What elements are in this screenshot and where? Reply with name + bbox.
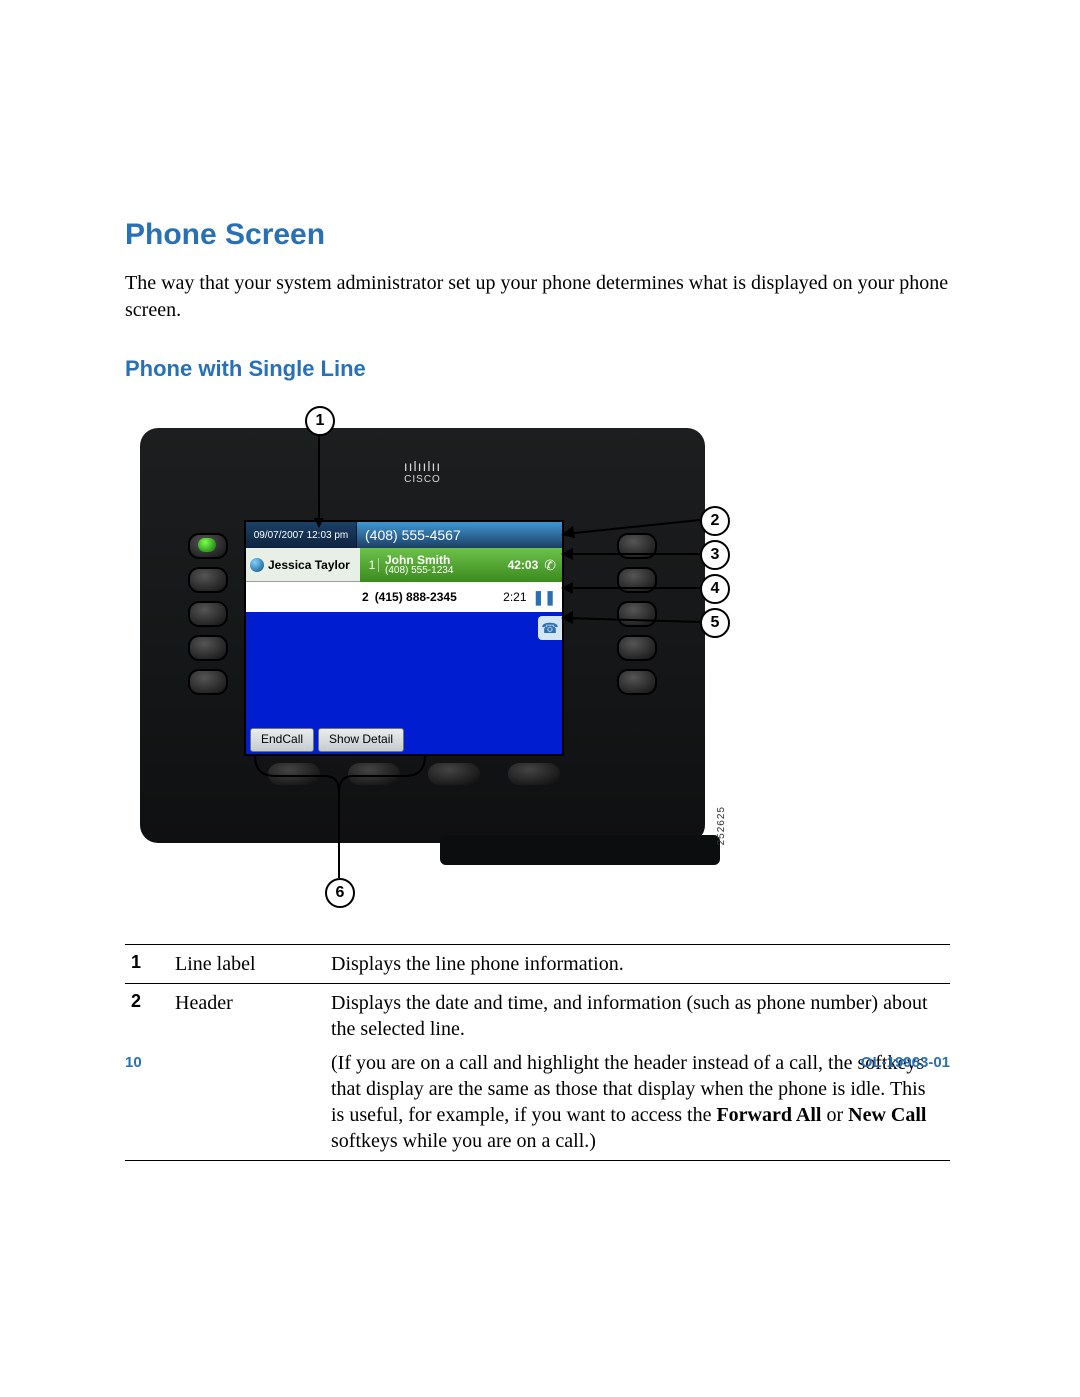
call1-index: 1 <box>366 558 379 572</box>
doc-number: OL-19963-01 <box>861 1054 950 1071</box>
header-datetime: 09/07/2007 12:03 pm <box>246 522 357 548</box>
header-date: 09/07/2007 <box>254 530 304 541</box>
line-button-left-4[interactable] <box>188 635 228 661</box>
callout-5: 5 <box>700 608 730 638</box>
intro-paragraph: The way that your system administrator s… <box>125 270 950 324</box>
call1-duration: 42:03 <box>508 558 539 572</box>
phone-base <box>440 835 720 865</box>
row2b-post: softkeys while you are on a call.) <box>331 1130 596 1152</box>
presence-icon <box>250 558 264 572</box>
info-tab: ☎ <box>538 616 562 640</box>
line-button-right-3[interactable] <box>617 601 657 627</box>
content-column: Phone Screen The way that your system ad… <box>125 218 950 1161</box>
line-row: Jessica Taylor 1 John Smith (408) 555-12… <box>246 548 562 582</box>
row2-desc: Displays the date and time, and informat… <box>325 984 950 1161</box>
line-button-right-4[interactable] <box>617 635 657 661</box>
line-button-left-5[interactable] <box>188 669 228 695</box>
line-button-right-5[interactable] <box>617 669 657 695</box>
line-button-right-2[interactable] <box>617 567 657 593</box>
table-row: 1 Line label Displays the line phone inf… <box>125 945 950 984</box>
softkey-hw-3[interactable] <box>428 763 480 785</box>
callout-3: 3 <box>700 540 730 570</box>
screen-header: 09/07/2007 12:03 pm (408) 555-4567 <box>246 522 562 548</box>
cisco-logo: ıılıılıı CISCO <box>140 458 705 485</box>
softkey-hw-1[interactable] <box>268 763 320 785</box>
callout-6: 6 <box>325 878 355 908</box>
section-heading: Phone Screen <box>125 218 950 252</box>
line-button-left-1[interactable] <box>188 533 228 559</box>
row2b-mid: or <box>821 1104 848 1126</box>
line-button-left-2[interactable] <box>188 567 228 593</box>
page-footer: 10 OL-19963-01 <box>125 1048 950 1071</box>
active-call-row: 1 John Smith (408) 555-1234 42:03 ✆ <box>360 548 562 582</box>
row2-name: Header <box>169 984 325 1161</box>
phone-body: ıılıılıı CISCO <box>140 428 705 843</box>
page-number: 10 <box>125 1054 142 1071</box>
call1-number: (408) 555-1234 <box>385 566 453 576</box>
table-row: 2 Header Displays the date and time, and… <box>125 984 950 1161</box>
callout-2: 2 <box>700 506 730 536</box>
subsection-heading: Phone with Single Line <box>125 356 950 382</box>
softkey-endcall[interactable]: EndCall <box>250 728 314 752</box>
callout-1: 1 <box>305 406 335 436</box>
row2-number: 2 <box>125 984 169 1161</box>
softkey-showdetail[interactable]: Show Detail <box>318 728 404 752</box>
figure-id: 252625 <box>716 806 727 845</box>
row2b-bold1: Forward All <box>716 1104 821 1126</box>
line-led-icon <box>198 538 216 552</box>
row1-desc: Displays the line phone information. <box>325 945 950 984</box>
line-label-text: Jessica Taylor <box>268 558 350 572</box>
line-button-left-3[interactable] <box>188 601 228 627</box>
row1-number: 1 <box>125 945 169 984</box>
held-call-row: 2 (415) 888-2345 2:21 ❚❚ <box>246 582 562 612</box>
row1-name: Line label <box>169 945 325 984</box>
handset-icon: ✆ <box>544 557 556 574</box>
call2-index: 2 <box>362 590 369 604</box>
callout-4: 4 <box>700 574 730 604</box>
softkey-hw-2[interactable] <box>348 763 400 785</box>
softkey-bar: EndCall Show Detail <box>246 728 408 754</box>
phone-figure: ıılıılıı CISCO <box>125 406 950 926</box>
phone-screen: 09/07/2007 12:03 pm (408) 555-4567 Jessi… <box>244 520 564 756</box>
hold-icon: ❚❚ <box>533 589 556 606</box>
line-button-right-1[interactable] <box>617 533 657 559</box>
row2-desc-a: Displays the date and time, and informat… <box>331 990 940 1042</box>
call2-number: (415) 888-2345 <box>375 590 457 604</box>
softkey-hw-4[interactable] <box>508 763 560 785</box>
line-label-cell: Jessica Taylor <box>246 548 360 582</box>
cisco-brand-text: CISCO <box>140 474 705 485</box>
cisco-bars-icon: ıılıılıı <box>140 458 705 474</box>
call2-duration: 2:21 <box>503 590 526 604</box>
header-time: 12:03 pm <box>307 530 349 541</box>
row2b-bold2: New Call <box>848 1104 926 1126</box>
header-phone-number: (408) 555-4567 <box>357 527 562 543</box>
phone-icon: ☎ <box>541 620 558 637</box>
document-page: Phone Screen The way that your system ad… <box>0 0 1080 1397</box>
